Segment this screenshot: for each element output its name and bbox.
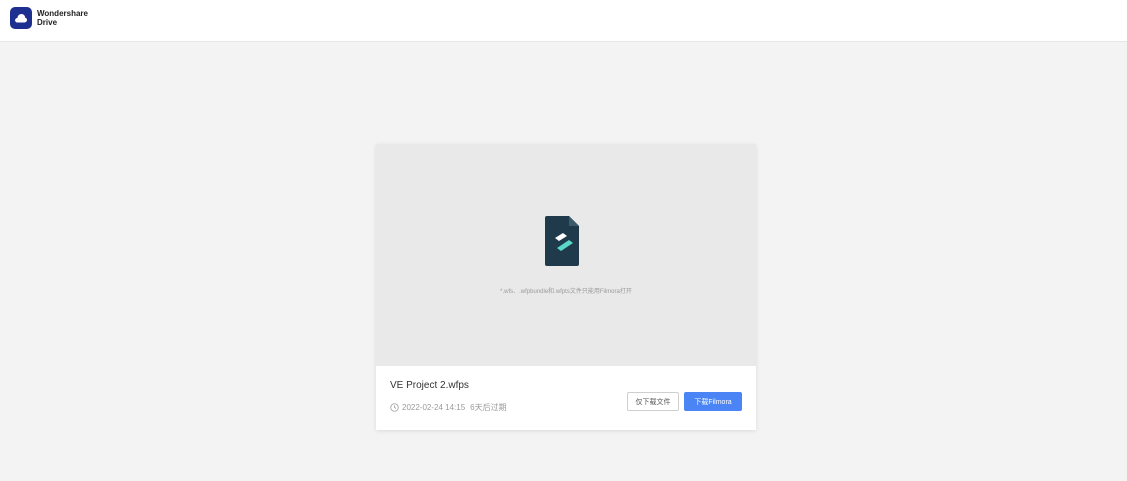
- brand-line-1: Wondershare: [37, 9, 88, 18]
- top-bar: Wondershare Drive: [0, 0, 1127, 42]
- file-name: VE Project 2.wfps: [390, 380, 469, 391]
- expiry-text: 6天后过期: [470, 403, 507, 412]
- cloud-icon: [10, 7, 32, 29]
- file-meta: 2022-02-24 14:15 6天后过期: [390, 402, 507, 413]
- file-info-bar: VE Project 2.wfps 2022-02-24 14:15 6天后过期…: [376, 366, 756, 430]
- brand-logo-link[interactable]: Wondershare Drive: [10, 7, 88, 29]
- download-file-only-button[interactable]: 仅下载文件: [627, 392, 679, 411]
- file-date: 2022-02-24 14:15: [402, 403, 466, 412]
- filmora-file-icon: [545, 216, 579, 271]
- download-filmora-button[interactable]: 下载Filmora: [684, 392, 742, 411]
- file-preview-area: *.wfs、.wfpbundle和.wfpts文件只能用Filmora打开: [376, 144, 756, 366]
- clock-icon: [390, 403, 399, 412]
- brand-line-2: Drive: [37, 18, 58, 27]
- file-open-hint: *.wfs、.wfpbundle和.wfpts文件只能用Filmora打开: [500, 289, 632, 295]
- brand-name: Wondershare Drive: [37, 9, 88, 27]
- file-share-card: *.wfs、.wfpbundle和.wfpts文件只能用Filmora打开 VE…: [376, 144, 756, 430]
